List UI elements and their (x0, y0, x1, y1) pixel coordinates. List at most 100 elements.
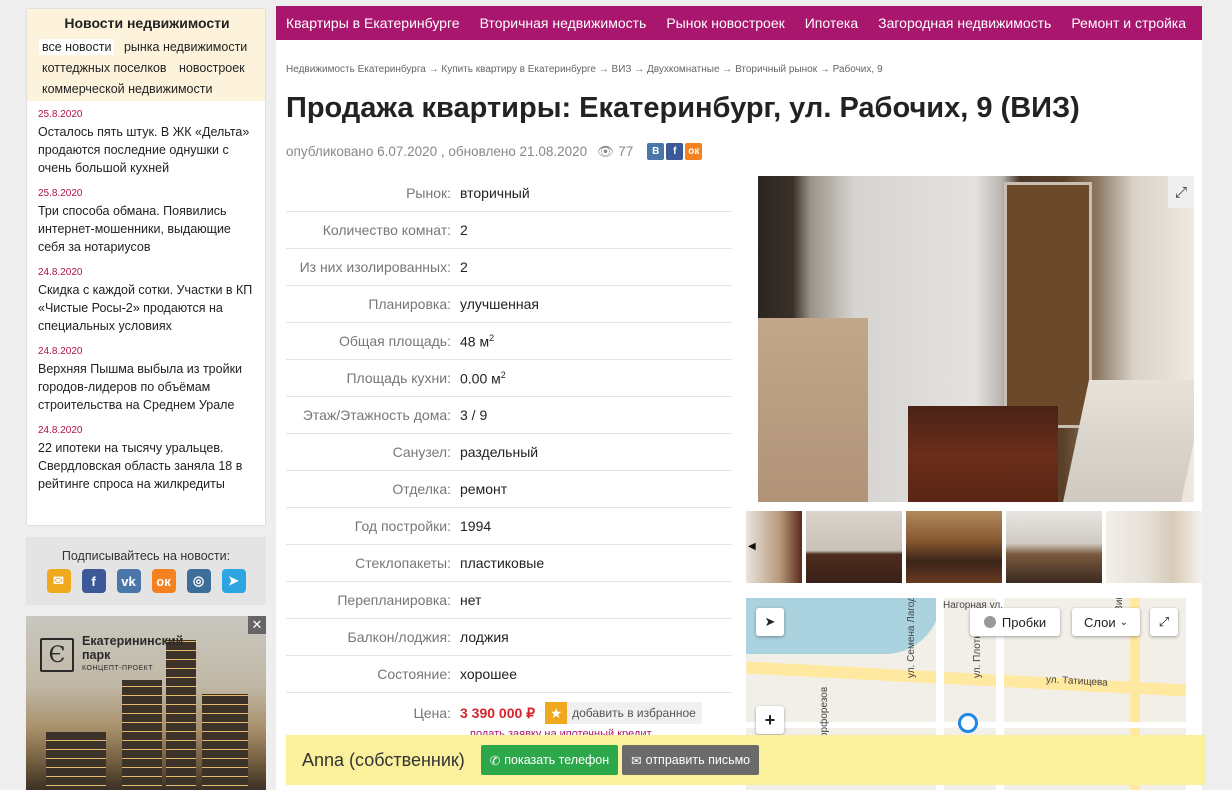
news-title: Новости недвижимости (64, 15, 230, 31)
subscribe-title: Подписывайтесь на новости: (61, 549, 231, 563)
news-item[interactable]: 24.8.2020 Верхняя Пышма выбыла из тройки… (38, 346, 255, 414)
news-headline[interactable]: Осталось пять штук. В ЖК «Дельта» продаю… (38, 123, 255, 177)
geolocation-icon[interactable]: ➤ (756, 608, 784, 636)
facebook-share-icon[interactable]: f (666, 143, 684, 160)
vk-icon[interactable]: vk (116, 569, 141, 593)
main-photo[interactable]: ⤢ (758, 176, 1194, 502)
location-pin-icon (958, 713, 978, 733)
prev-arrow-icon[interactable]: ◀ (748, 541, 756, 552)
property-row: Состояние: хорошее (286, 656, 732, 693)
property-value: улучшенная (460, 296, 539, 312)
nav-item[interactable]: Вторичная недвижимость (470, 15, 657, 31)
listing-meta: опубликовано 6.07.2020 , обновлено 21.08… (286, 143, 703, 160)
property-value: лоджия (460, 629, 509, 645)
news-headline[interactable]: 22 ипотеки на тысячу уральцев. Свердловс… (38, 439, 255, 493)
property-row: Перепланировка: нет (286, 582, 732, 619)
property-row: Из них изолированных: 2 (286, 249, 732, 286)
property-value-text: ремонт (460, 481, 508, 497)
send-message-label: отправить письмо (645, 753, 751, 767)
property-value: 2 (460, 222, 468, 238)
nav-item[interactable]: Ипотека (795, 15, 868, 31)
property-value-text: раздельный (460, 444, 539, 460)
add-favorite-button[interactable]: ★ добавить в избранное (545, 702, 702, 724)
fullscreen-icon[interactable]: ⤢ (1150, 608, 1178, 636)
property-label: Планировка: (368, 296, 451, 312)
thumbnail[interactable] (806, 511, 902, 583)
map-street-label: орфорезов (819, 686, 830, 738)
traffic-button[interactable]: Пробки (970, 608, 1060, 636)
news-tag-market[interactable]: рынка недвижимости (121, 39, 250, 55)
layers-button[interactable]: Слои ⌄ (1072, 608, 1140, 636)
property-value: 1994 (460, 518, 491, 534)
vk-share-icon[interactable]: В (647, 143, 665, 160)
property-label: Из них изолированных: (299, 259, 451, 275)
news-tag-cottage[interactable]: коттеджных поселков (39, 60, 170, 76)
unit-superscript: 2 (489, 332, 495, 343)
property-label: Отделка: (392, 481, 451, 497)
ad-logo-icon: Є (40, 638, 74, 672)
news-headline[interactable]: Верхняя Пышма выбыла из тройки городов-л… (38, 360, 255, 414)
odnoklassniki-icon[interactable]: ок (151, 569, 176, 593)
property-row: Количество комнат: 2 (286, 212, 732, 249)
thumbnail[interactable] (906, 511, 1002, 583)
thumbnail[interactable] (1106, 511, 1202, 583)
nav-item[interactable]: Ремонт и стройка (1061, 15, 1196, 31)
price-label: Цена: (413, 705, 451, 721)
ok-share-icon[interactable]: ок (685, 143, 703, 160)
price-row: Цена: 3 390 000 ₽ ★ добавить в избранное (286, 693, 732, 733)
thumbnail[interactable] (1006, 511, 1102, 583)
property-label: Общая площадь: (338, 333, 451, 349)
publish-dates: опубликовано 6.07.2020 , обновлено 21.08… (286, 144, 588, 159)
photo-thumbnails (746, 511, 1202, 583)
unit-superscript: 2 (500, 369, 506, 380)
nav-item[interactable]: Рынок новостроек (656, 15, 794, 31)
social-icons: ✉ f vk ок ◎ ➤ (26, 569, 266, 593)
photo-cabinet (758, 318, 868, 502)
news-list: 25.8.2020 Осталось пять штук. В ЖК «Дель… (27, 101, 265, 493)
instagram-icon[interactable]: ◎ (186, 569, 211, 593)
news-tag-all[interactable]: все новости (39, 39, 115, 55)
property-row: Год постройки: 1994 (286, 508, 732, 545)
news-headline[interactable]: Скидка с каждой сотки. Участки в КП «Чис… (38, 281, 255, 335)
property-value-text: хорошее (460, 666, 518, 682)
seller-name: Anna (собственник) (302, 749, 465, 770)
property-label: Состояние: (377, 666, 451, 682)
email-icon[interactable]: ✉ (46, 569, 71, 593)
ad-logo: Є Екатерининский парк КОНЦЕПТ-ПРОЕКТ (40, 634, 183, 676)
property-value: пластиковые (460, 555, 544, 571)
show-phone-button[interactable]: ✆ показать телефон (480, 745, 619, 775)
news-headline[interactable]: Три способа обмана. Появились интернет-м… (38, 202, 255, 256)
nav-item[interactable]: Загородная недвижимость (868, 15, 1061, 31)
ad-building (122, 680, 162, 790)
news-date: 24.8.2020 (38, 346, 83, 357)
property-value-text: 0.00 м (460, 370, 501, 387)
news-item[interactable]: 25.8.2020 Три способа обмана. Появились … (38, 188, 255, 256)
news-item[interactable]: 25.8.2020 Осталось пять штук. В ЖК «Дель… (38, 109, 255, 177)
property-value-text: 2 (460, 259, 468, 275)
news-item[interactable]: 24.8.2020 Скидка с каждой сотки. Участки… (38, 267, 255, 335)
show-phone-label: показать телефон (504, 753, 610, 767)
news-item[interactable]: 24.8.2020 22 ипотеки на тысячу уральцев.… (38, 425, 255, 493)
contact-bar: Anna (собственник) ✆ показать телефон ✉ … (286, 735, 1206, 785)
breadcrumb[interactable]: Недвижимость Екатеринбурга → Купить квар… (286, 64, 883, 75)
property-value-text: 3 / 9 (460, 407, 488, 423)
property-label: Год постройки: (354, 518, 451, 534)
close-icon[interactable]: ✕ (248, 616, 266, 634)
send-message-button[interactable]: ✉ отправить письмо (622, 745, 760, 775)
zoom-in-icon[interactable]: + (756, 706, 784, 734)
ad-building (202, 694, 248, 790)
map-road (746, 661, 1186, 697)
nav-item[interactable]: Квартиры в Екатеринбурге (276, 15, 470, 31)
property-row: Стеклопакеты: пластиковые (286, 545, 732, 582)
property-row: Планировка: улучшенная (286, 286, 732, 323)
property-value: вторичный (460, 185, 530, 201)
property-row: Рынок: вторичный (286, 175, 732, 212)
ad-banner[interactable]: Є Екатерининский парк КОНЦЕПТ-ПРОЕКТ ✕ (26, 616, 266, 790)
page-title: Продажа квартиры: Екатеринбург, ул. Рабо… (286, 92, 1080, 124)
news-tag-commercial[interactable]: коммерческой недвижимости (39, 81, 215, 97)
layers-label: Слои (1083, 614, 1116, 630)
news-tag-new-buildings[interactable]: новостроек (176, 60, 248, 76)
expand-icon[interactable]: ⤢ (1168, 176, 1194, 208)
facebook-icon[interactable]: f (81, 569, 106, 593)
telegram-icon[interactable]: ➤ (221, 569, 246, 593)
